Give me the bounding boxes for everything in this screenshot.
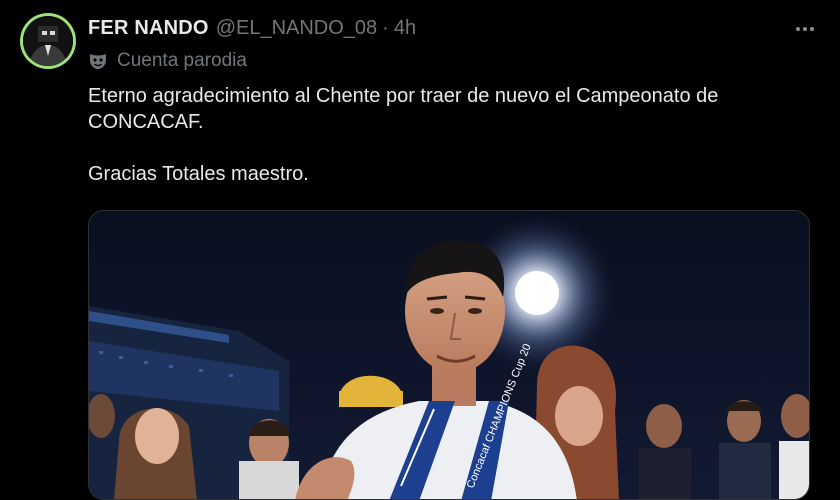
more-horizontal-icon <box>796 27 814 31</box>
paragraph-break <box>88 135 808 161</box>
author-handle[interactable]: @EL_NANDO_08 <box>216 17 377 40</box>
author-display-name[interactable]: FER NANDO <box>88 17 209 40</box>
tweet-text-line: Eterno agradecimiento al Chente por trae… <box>88 85 719 107</box>
parody-mask-icon <box>88 51 108 71</box>
avatar[interactable] <box>20 13 76 69</box>
tweet-media-photo[interactable]: Concacaf CHAMPIONS Cup 20 <box>88 210 810 500</box>
tweet-text-line: CONCACAF. <box>88 111 204 133</box>
separator-dot: · <box>382 16 389 39</box>
more-options-button[interactable] <box>792 18 818 40</box>
account-label-text: Cuenta parodia <box>117 50 247 71</box>
tweet[interactable]: FER NANDO @EL_NANDO_08 · 4h Cuenta parod… <box>0 0 840 500</box>
tweet-timestamp[interactable]: 4h <box>394 17 416 40</box>
tweet-text-line: Gracias Totales maestro. <box>88 163 309 185</box>
tweet-text: Eterno agradecimiento al Chente por trae… <box>88 83 808 187</box>
tweet-header: FER NANDO @EL_NANDO_08 · 4h <box>88 14 416 42</box>
stadium-photo: Concacaf CHAMPIONS Cup 20 <box>89 211 809 499</box>
avatar-image <box>23 16 73 66</box>
account-label[interactable]: Cuenta parodia <box>88 48 247 74</box>
